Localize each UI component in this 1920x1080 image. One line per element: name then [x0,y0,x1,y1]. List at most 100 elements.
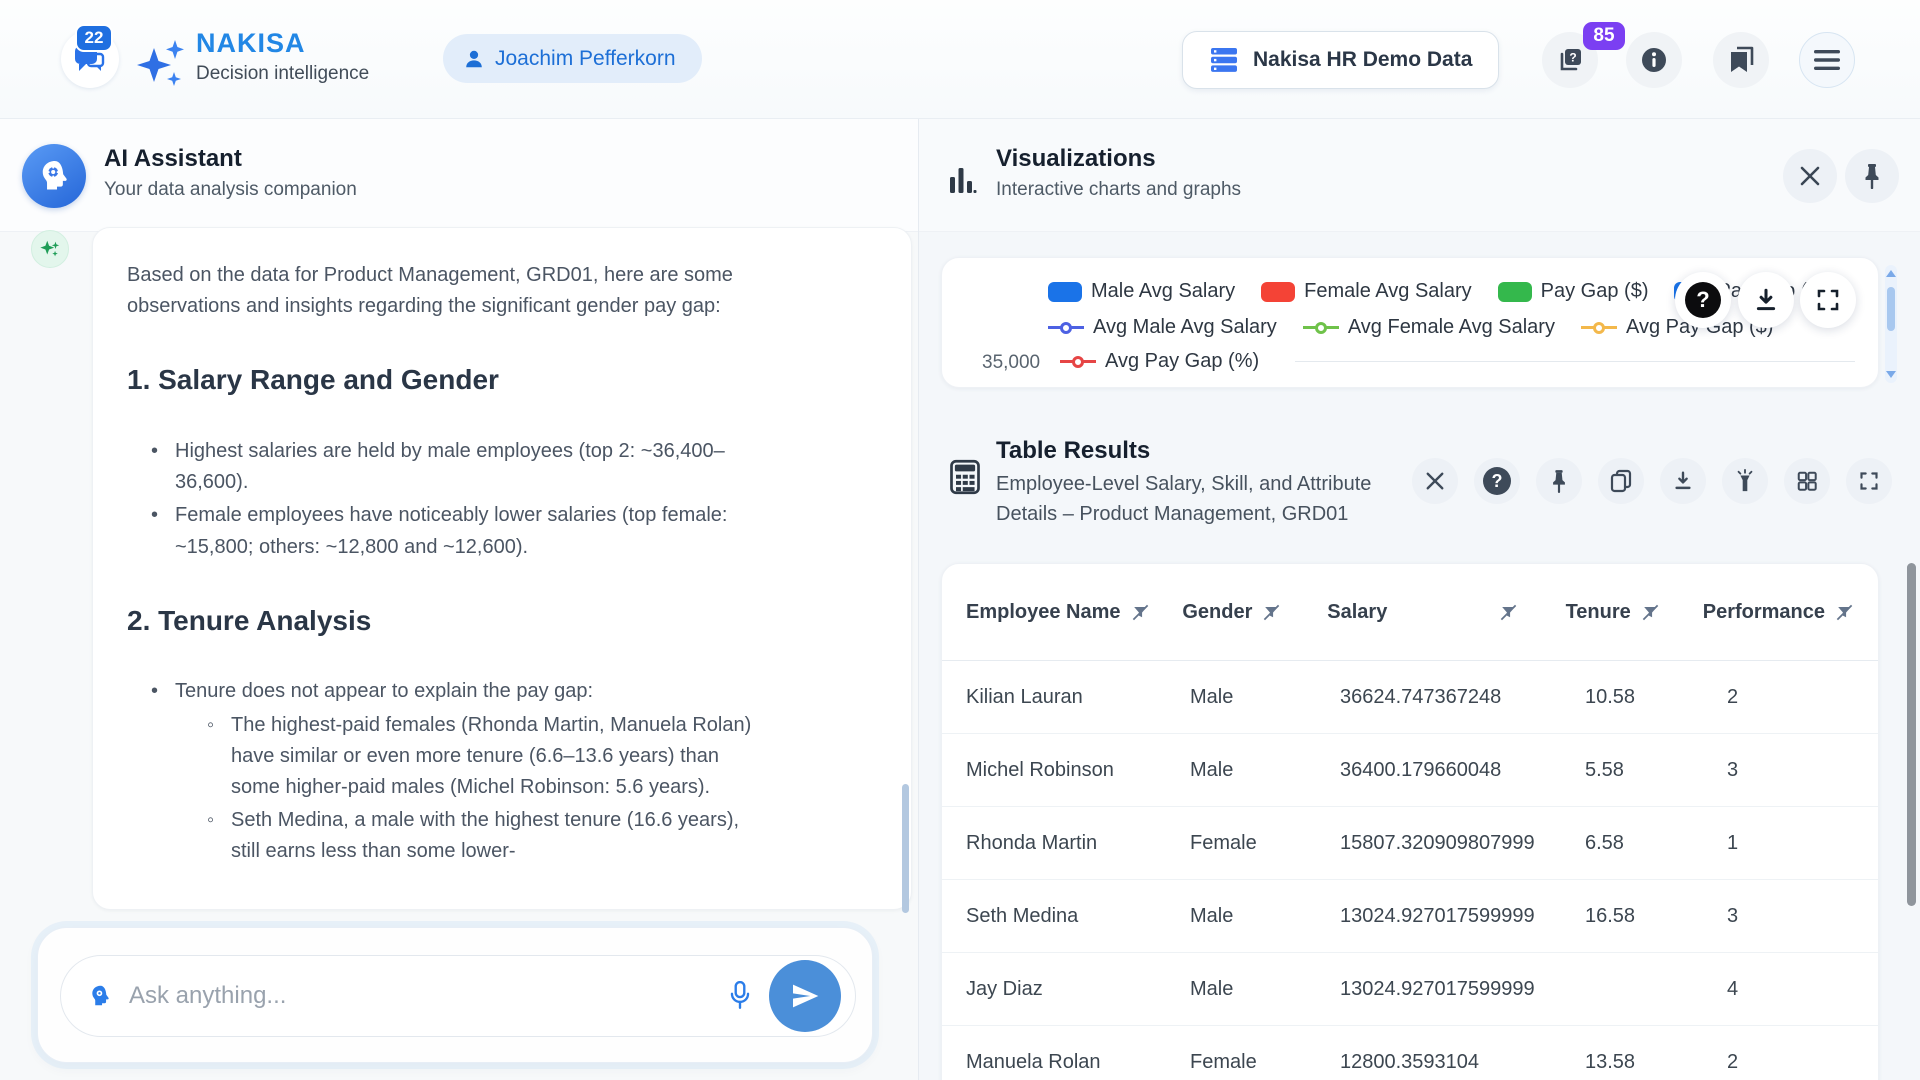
table-row[interactable]: Manuela RolanFemale12800.359310413.582 [942,1026,1878,1080]
chat-input[interactable] [129,982,711,1010]
download-table-button[interactable] [1660,458,1706,504]
y-axis-tick: 35,000 [982,352,1040,374]
message-bullet: Tenure does not appear to explain the pa… [149,676,757,867]
assistant-title: AI Assistant [104,145,242,173]
column-label: Employee Name [966,601,1121,624]
filter-icon[interactable] [1641,603,1660,622]
visualizations-title: Visualizations [996,145,1156,173]
table-cell: 2 [1727,1051,1854,1074]
table-cell: 5.58 [1585,759,1727,782]
assistant-head-icon [87,983,113,1009]
legend-item[interactable]: Avg Pay Gap (%) [1060,350,1259,373]
chart-download-button[interactable] [1738,272,1794,328]
bar-chart-icon [949,165,977,199]
table-cell: 15807.320909807999 [1340,832,1585,855]
legend-item[interactable]: Avg Female Avg Salary [1303,316,1555,339]
filter-icon[interactable] [1262,603,1281,622]
close-table-button[interactable] [1412,458,1458,504]
torch-icon [1735,469,1755,493]
results-panel: Visualizations Interactive charts and gr… [918,119,1920,1080]
table-row[interactable]: Kilian LauranMale36624.74736724810.582 [942,661,1878,734]
legend-label: Pay Gap ($) [1541,280,1649,303]
legend-item[interactable]: Female Avg Salary [1261,280,1472,303]
table-cell: Kilian Lauran [966,686,1190,709]
table-row[interactable]: Rhonda MartinFemale15807.3209098079996.5… [942,807,1878,880]
ai-message-card: Based on the data for Product Management… [92,227,912,910]
dataset-selector-button[interactable]: Nakisa HR Demo Data [1182,31,1499,89]
message-section1-title: 1. Salary Range and Gender [127,358,757,402]
filter-icon[interactable] [1131,603,1150,622]
column-header-salary[interactable]: Salary [1327,601,1565,624]
chat-input-container [37,927,873,1063]
window-scrollbar[interactable] [1907,563,1916,906]
column-header-tenure[interactable]: Tenure [1566,601,1703,624]
download-icon [1672,470,1694,492]
close-visualizations-button[interactable] [1783,149,1837,203]
user-menu-button[interactable]: Joachim Pefferkorn [443,34,702,83]
message-bullet: Female employees have noticeably lower s… [149,500,757,562]
unread-count-badge: 22 [75,24,113,52]
legend-swatch [1498,282,1532,302]
fullscreen-table-button[interactable] [1846,458,1892,504]
table-cell: 1 [1727,832,1854,855]
chart-scrollbar[interactable] [1885,265,1897,383]
legend-item[interactable]: Avg Male Avg Salary [1048,316,1277,339]
info-button[interactable] [1626,32,1682,88]
copy-table-button[interactable] [1598,458,1644,504]
filter-icon[interactable] [1835,603,1854,622]
pin-table-button[interactable] [1536,458,1582,504]
chart-fullscreen-button[interactable] [1800,272,1856,328]
grid-view-button[interactable] [1784,458,1830,504]
table-cell: 10.58 [1585,686,1727,709]
question-icon: ? [1685,282,1721,318]
highlight-table-button[interactable] [1722,458,1768,504]
message-subbullet: Seth Medina, a male with the highest ten… [205,805,757,867]
notification-badge: 85 [1583,22,1625,50]
app-window: 22 NAKISA Decision intelligence Joachim … [0,0,1920,1080]
sparkles-icon [134,34,188,92]
table-icon [949,459,981,495]
visualizations-subtitle: Interactive charts and graphs [996,179,1241,201]
legend-item[interactable]: Avg Pay Gap ($) [1581,316,1773,339]
bookmark-icon [1727,45,1755,75]
column-header-employee-name[interactable]: Employee Name [966,601,1182,624]
menu-button[interactable] [1799,32,1855,88]
legend-item[interactable]: Pay Gap ($) [1498,280,1649,303]
chart-legend-lines: Avg Male Avg Salary Avg Female Avg Salary… [1048,316,1773,339]
table-cell: Manuela Rolan [966,1051,1190,1074]
bookmarks-button[interactable] [1713,32,1769,88]
app-header: 22 NAKISA Decision intelligence Joachim … [0,0,1920,119]
pin-icon [1549,469,1569,493]
chat-scrollbar[interactable] [902,784,909,913]
send-button[interactable] [769,960,841,1032]
table-row[interactable]: Seth MedinaMale13024.92701759999916.583 [942,880,1878,953]
grid-icon [1796,470,1818,492]
legend-label: Avg Male Avg Salary [1093,316,1277,339]
ai-sparkle-icon [39,238,61,260]
table-results-title: Table Results [996,437,1150,465]
table-help-button[interactable]: ? [1474,458,1520,504]
brand-name: NAKISA [196,28,369,59]
table-cell: 6.58 [1585,832,1727,855]
microphone-icon[interactable] [727,981,753,1011]
chart-legend-pct-row: Avg Pay Gap (%) [1060,350,1830,373]
chart-help-button[interactable]: ? [1675,272,1731,328]
table-cell: Female [1190,1051,1340,1074]
filter-icon[interactable] [1499,603,1518,622]
legend-label: Female Avg Salary [1304,280,1472,303]
legend-line-pct-slot: Avg Pay Gap (%) [1060,350,1259,373]
table-cell: Female [1190,832,1340,855]
close-icon [1799,165,1821,187]
table-row[interactable]: Jay DiazMale13024.9270175999994 [942,953,1878,1026]
legend-label: Male Avg Salary [1091,280,1235,303]
column-header-gender[interactable]: Gender [1182,601,1327,624]
table-cell: 2 [1727,686,1854,709]
legend-item[interactable]: Male Avg Salary [1048,280,1235,303]
table-cell: 13024.927017599999 [1340,905,1585,928]
brand-tagline: Decision intelligence [196,63,369,85]
table-row[interactable]: Michel RobinsonMale36400.1796600485.583 [942,734,1878,807]
legend-swatch [1048,282,1082,302]
hamburger-icon [1813,49,1841,71]
column-header-performance[interactable]: Performance [1703,601,1854,624]
pin-visualizations-button[interactable] [1845,149,1899,203]
